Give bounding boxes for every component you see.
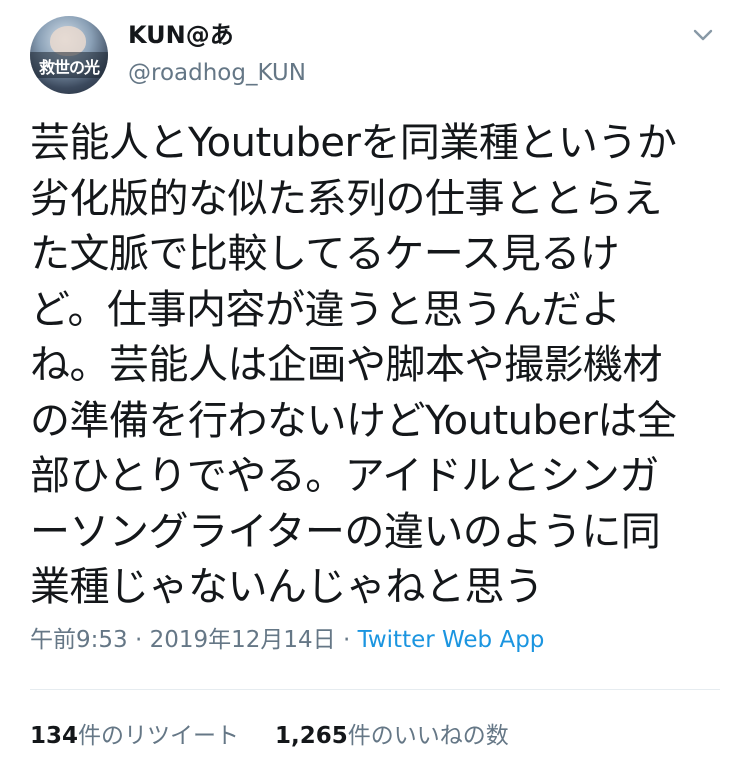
likes-label: 件のいいねの数	[347, 723, 509, 749]
meta-separator: ·	[342, 627, 351, 653]
avatar[interactable]: 救世の光	[30, 16, 108, 94]
tweet-header: 救世の光 KUN@あ @roadhog_KUN	[30, 16, 720, 100]
avatar-text: 救世の光	[38, 58, 100, 77]
retweets-label: 件のリツイート	[78, 723, 240, 749]
tweet-meta: 午前9:53 · 2019年12月14日 · Twitter Web App	[30, 624, 720, 656]
tweet-date[interactable]: 2019年12月14日	[150, 627, 336, 653]
retweets-count: 134	[30, 723, 79, 749]
display-name[interactable]: KUN@あ	[128, 20, 234, 50]
tweet-time[interactable]: 午前9:53	[30, 627, 128, 653]
tweet-source-link[interactable]: Twitter Web App	[358, 627, 545, 653]
meta-separator: ·	[134, 627, 143, 653]
divider	[30, 689, 720, 690]
retweets-stat[interactable]: 134件のリツイート	[30, 720, 239, 752]
likes-count: 1,265	[275, 723, 348, 749]
tweet-text: 芸能人とYoutuberを同業種というか 劣化版的な似た系列の仕事ととらえ た文…	[30, 120, 677, 610]
chevron-down-icon[interactable]	[688, 20, 718, 50]
tweet-detail: 救世の光 KUN@あ @roadhog_KUN 芸能人とYoutuberを同業種…	[0, 0, 750, 777]
likes-stat[interactable]: 1,265件のいいねの数	[275, 720, 509, 752]
tweet-stats: 134件のリツイート 1,265件のいいねの数	[30, 720, 720, 752]
user-handle[interactable]: @roadhog_KUN	[128, 58, 306, 88]
